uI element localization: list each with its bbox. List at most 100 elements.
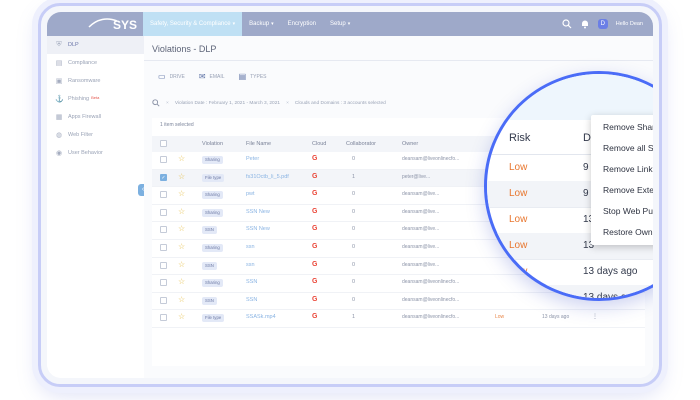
remove-filter-icon[interactable]: × — [286, 101, 289, 106]
file-name-link[interactable]: SSN New — [246, 226, 270, 232]
table-row[interactable]: ☆ File type SSASk.mp4 G 1 deansam@liveonlinec… — [152, 310, 645, 328]
collaborator-count: 0 — [352, 279, 356, 286]
star-icon[interactable]: ☆ — [178, 260, 185, 269]
star-icon[interactable]: ☆ — [178, 154, 185, 163]
star-icon[interactable]: ☆ — [178, 207, 185, 216]
sidebar: ⛨ DLP ▤ Compliance ▣ Ransomware ⚓ Phishing Be… — [47, 36, 145, 378]
file-name-link[interactable]: Peter — [246, 156, 259, 162]
row-checkbox[interactable] — [160, 261, 167, 269]
row-checkbox[interactable] — [160, 226, 167, 234]
search-icon[interactable] — [152, 99, 160, 107]
nav-setup[interactable]: Setup ▾ — [323, 12, 357, 36]
row-checkbox[interactable] — [160, 208, 167, 216]
violation-badge: SSN — [202, 296, 217, 305]
remove-filter-icon[interactable]: × — [166, 101, 169, 106]
row-checkbox[interactable]: ✓ — [160, 173, 167, 181]
calendar-icon: ▤ — [238, 72, 247, 81]
column-header[interactable]: Owner — [402, 136, 418, 152]
hook-icon: ⚓ — [55, 96, 64, 103]
more-options-icon[interactable]: ⋮ — [592, 313, 598, 320]
collaborator-count: 0 — [352, 208, 356, 215]
tab-types[interactable]: ▤ TYPES — [239, 72, 267, 81]
row-checkbox[interactable] — [160, 156, 167, 163]
column-header[interactable]: File Name — [246, 136, 271, 152]
search-icon[interactable] — [562, 19, 572, 29]
star-icon[interactable]: ☆ — [178, 172, 185, 181]
star-icon[interactable]: ☆ — [178, 189, 185, 198]
bell-icon[interactable] — [580, 19, 590, 29]
nav-backup[interactable]: Backup ▾ — [242, 12, 281, 36]
google-drive-icon: G — [312, 225, 318, 233]
file-name-link[interactable]: SSASk.mp4 — [246, 314, 276, 320]
file-name-link[interactable]: pwt — [246, 191, 255, 197]
row-checkbox[interactable] — [160, 243, 167, 251]
nav-encryption[interactable]: Encryption — [281, 12, 323, 36]
filter-chip[interactable]: Violation Date : February 1, 2021 - Marc… — [175, 101, 280, 106]
page-title: Violations - DLP — [152, 44, 217, 54]
magnified-row[interactable]: Low13 days ago⋮ — [487, 259, 653, 286]
file-name-link[interactable]: ssn — [246, 262, 255, 268]
owner-email: deansam@live... — [402, 191, 440, 198]
file-name-link[interactable]: ssn — [246, 244, 255, 250]
owner-email: peter@live... — [402, 173, 431, 180]
collaborator-count: 1 — [352, 173, 356, 180]
avatar[interactable]: D — [597, 19, 608, 29]
chevron-down-icon: ▾ — [347, 21, 351, 27]
menu-item-stop-web-publishing[interactable]: Stop Web Publishing — [591, 201, 653, 222]
sidebar-item-apps-firewall[interactable]: ▦ Apps Firewall — [47, 108, 144, 126]
sidebar-item-ransomware[interactable]: ▣ Ransomware — [47, 72, 144, 90]
sidebar-item-dlp[interactable]: ⛨ DLP — [47, 36, 144, 54]
sidebar-item-label: Apps Firewall — [68, 114, 102, 120]
column-header[interactable]: Violation — [202, 136, 223, 152]
collaborator-count: 0 — [352, 156, 356, 162]
violation-badge: File type — [202, 173, 225, 182]
column-header[interactable]: Cloud — [312, 136, 326, 152]
filter-chip[interactable]: Clouds and Domains : 3 accounts selected — [295, 101, 386, 106]
menu-item-remove-external-domains[interactable]: Remove External Domains — [591, 180, 653, 201]
menu-item-remove-sharing-violations[interactable]: Remove Sharing Violations — [591, 117, 653, 138]
star-icon[interactable]: ☆ — [178, 312, 185, 321]
nav-safety-security[interactable]: Safety, Security & Compliance ▾ — [143, 12, 243, 36]
file-name-link[interactable]: SSN — [246, 297, 257, 303]
logo: SYS — [88, 18, 137, 32]
sidebar-item-phishing[interactable]: ⚓ Phishing Beta — [47, 90, 144, 108]
owner-email: deansam@live... — [402, 208, 440, 215]
menu-item-remove-link-sharing[interactable]: Remove Link Sharing — [591, 159, 653, 180]
risk-level: Low — [509, 266, 528, 277]
column-header[interactable]: Collaborator — [346, 136, 376, 152]
google-drive-icon: G — [312, 295, 318, 303]
collaborator-count: 0 — [352, 296, 356, 303]
file-name-link[interactable]: SSN — [246, 279, 257, 285]
star-icon[interactable]: ☆ — [178, 295, 185, 304]
tab-email[interactable]: ✉ EMAIL — [199, 72, 225, 81]
menu-item-restore-ownership[interactable]: Restore Ownership — [591, 222, 653, 243]
violation-badge: File type — [202, 314, 225, 323]
row-checkbox[interactable] — [160, 191, 167, 199]
tab-drive[interactable]: ▭ DRIVE — [158, 72, 185, 81]
nav-label: Safety, Security & Compliance — [150, 21, 231, 27]
menu-item-remove-all-sharing[interactable]: Remove all Sharing — [591, 138, 653, 159]
row-checkbox[interactable] — [160, 279, 167, 287]
google-drive-icon: G — [312, 155, 318, 162]
row-checkbox[interactable] — [160, 314, 167, 322]
risk-column-header[interactable]: Risk — [509, 132, 530, 144]
sidebar-item-compliance[interactable]: ▤ Compliance — [47, 54, 144, 72]
select-all-checkbox[interactable] — [160, 140, 167, 147]
user-greeting[interactable]: Hello Dean — [616, 21, 643, 27]
sidebar-item-web-filter[interactable]: ◍ Web Filter — [47, 126, 144, 144]
star-icon[interactable]: ☆ — [178, 242, 185, 251]
violation-badge: Sharing — [202, 191, 223, 200]
chevron-down-icon: ▾ — [232, 21, 236, 27]
owner-email: deansam@live... — [402, 243, 440, 250]
violation-date: 13 days ago — [583, 266, 638, 277]
violation-badge: Sharing — [202, 243, 223, 252]
sidebar-item-user-behavior[interactable]: ◉ User Behavior — [47, 144, 144, 162]
risk-level: Low — [509, 162, 528, 173]
collaborator-count: 0 — [352, 243, 356, 250]
star-icon[interactable]: ☆ — [178, 277, 185, 286]
file-name-link[interactable]: fs31Octb_li_5.pdf — [246, 174, 289, 180]
collaborator-count: 1 — [352, 314, 356, 321]
row-checkbox[interactable] — [160, 296, 167, 304]
star-icon[interactable]: ☆ — [178, 224, 185, 233]
file-name-link[interactable]: SSN New — [246, 209, 270, 215]
